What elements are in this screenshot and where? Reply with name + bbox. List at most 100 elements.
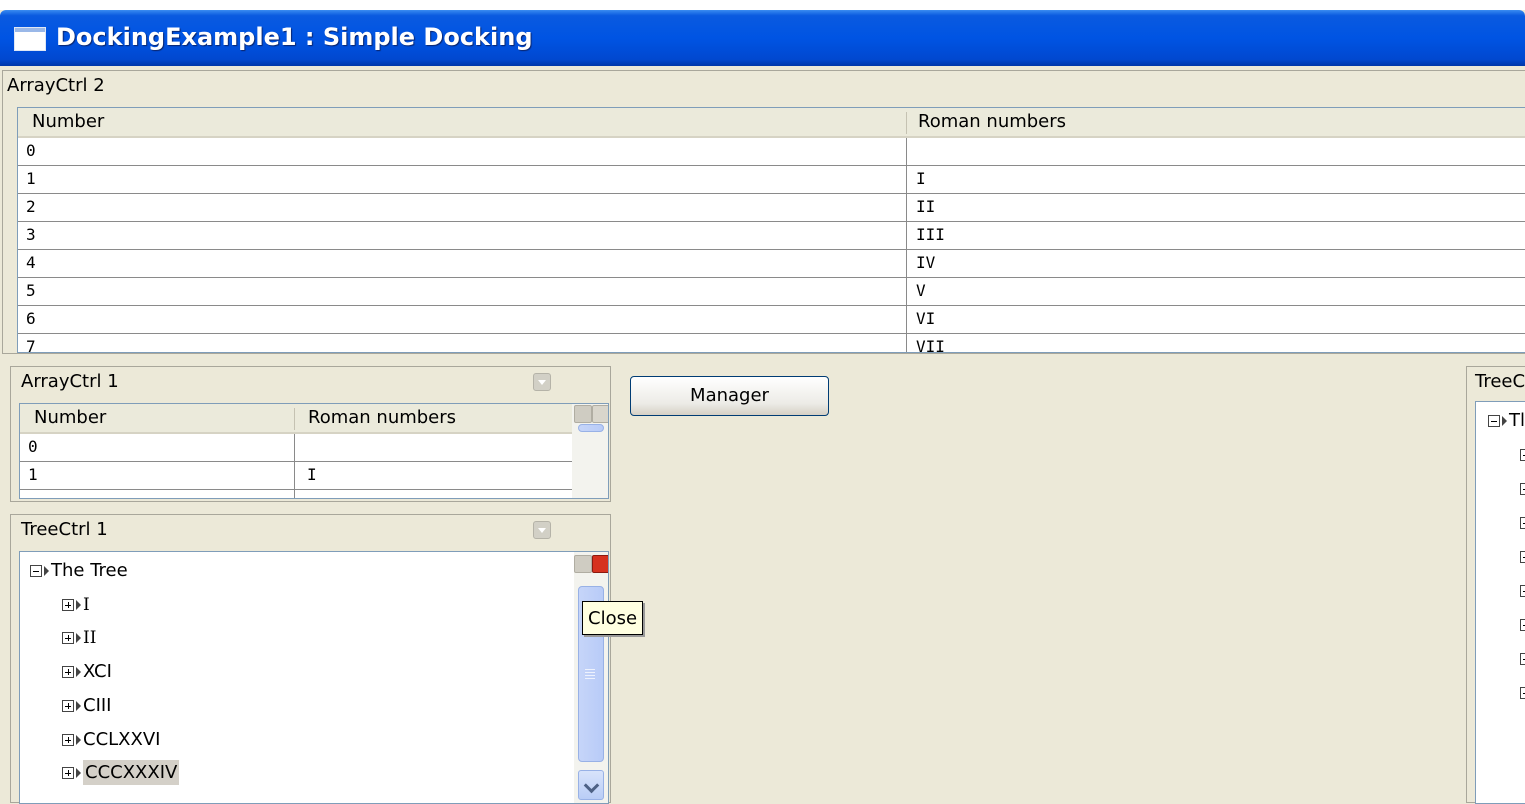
- cell-roman: I: [307, 465, 317, 484]
- table-row[interactable]: 1 I: [18, 166, 1525, 194]
- tree-ctrl-2-tree[interactable]: Tl: [1475, 401, 1525, 804]
- array-ctrl-1-panel: ArrayCtrl 1 Number Roman numbers 0 1 I: [10, 366, 611, 502]
- tree-node[interactable]: CIII: [62, 695, 112, 716]
- cell-number: 3: [26, 225, 36, 244]
- header-roman-numbers[interactable]: Roman numbers: [918, 111, 1066, 132]
- table-row[interactable]: 7 VII: [18, 334, 1525, 353]
- tree-arrow-icon: [1502, 416, 1507, 426]
- tree-node[interactable]: [1520, 478, 1525, 499]
- array-ctrl-1-caption: ArrayCtrl 1: [21, 371, 119, 392]
- tree-node-label: CCLXXVI: [83, 729, 161, 750]
- array-ctrl-2-caption: ArrayCtrl 2: [7, 75, 105, 96]
- expand-icon[interactable]: [1520, 551, 1525, 563]
- cell-number: 6: [26, 309, 36, 328]
- header-number[interactable]: Number: [34, 407, 106, 428]
- array-ctrl-1-header: Number Roman numbers: [20, 404, 608, 434]
- tree-node[interactable]: [1520, 444, 1525, 465]
- expand-icon[interactable]: [62, 599, 74, 611]
- tree-node[interactable]: II: [62, 627, 96, 648]
- cell-number: 7: [26, 337, 36, 353]
- expand-icon[interactable]: [1520, 585, 1525, 597]
- tree-node[interactable]: [1520, 546, 1525, 567]
- table-row[interactable]: 4 IV: [18, 250, 1525, 278]
- scroll-thumb[interactable]: [578, 424, 604, 432]
- cell-roman: VI: [916, 309, 936, 328]
- table-row[interactable]: 2 II: [18, 194, 1525, 222]
- panel-menu-button[interactable]: [533, 521, 551, 539]
- tree-node[interactable]: [1520, 614, 1525, 635]
- cell-number: 2: [26, 197, 36, 216]
- tree-arrow-icon: [76, 600, 81, 610]
- title-bar: DockingExample1 : Simple Docking: [0, 10, 1525, 66]
- tree-node-label: I: [83, 595, 90, 615]
- array-ctrl-2-grid[interactable]: Number Roman numbers 0 1 I 2 II 3 III 4 …: [17, 107, 1525, 353]
- table-row[interactable]: 6 VI: [18, 306, 1525, 334]
- tree-node[interactable]: [1520, 580, 1525, 601]
- expand-icon[interactable]: [62, 632, 74, 644]
- expand-icon[interactable]: [1520, 687, 1525, 699]
- expand-icon[interactable]: [1520, 449, 1525, 461]
- tree-node[interactable]: [1520, 648, 1525, 669]
- tree-arrow-icon: [76, 701, 81, 711]
- tree-ctrl-1-panel: TreeCtrl 1 The Tree I II XCI CIII CCLXXV…: [10, 514, 611, 804]
- cell-number: 1: [28, 465, 38, 484]
- expand-icon[interactable]: [62, 767, 74, 779]
- collapse-icon[interactable]: [1488, 415, 1500, 427]
- close-icon[interactable]: [592, 555, 608, 573]
- cell-roman: III: [916, 225, 945, 244]
- tree-ctrl-2-panel: TreeC Tl: [1466, 366, 1525, 804]
- cell-roman: V: [916, 281, 926, 300]
- chevron-down-icon: [583, 777, 600, 794]
- cell-roman: II: [916, 197, 936, 216]
- table-row[interactable]: 1 I: [20, 462, 572, 490]
- tree-ctrl-1-scrollbar[interactable]: [574, 552, 608, 803]
- tree-node[interactable]: I: [62, 594, 90, 615]
- tree-node[interactable]: [1520, 512, 1525, 533]
- panel-menu-button[interactable]: [533, 373, 551, 391]
- header-number[interactable]: Number: [32, 111, 104, 132]
- tree-node-label: XCI: [83, 661, 112, 682]
- table-row[interactable]: 5 V: [18, 278, 1525, 306]
- tree-arrow-icon: [76, 768, 81, 778]
- cell-roman: IV: [916, 253, 936, 272]
- scroll-down-button[interactable]: [578, 770, 604, 800]
- expand-icon[interactable]: [1520, 517, 1525, 529]
- tree-ctrl-1-tree[interactable]: The Tree I II XCI CIII CCLXXVI CCCXXXIV: [19, 551, 609, 804]
- manager-button[interactable]: Manager: [630, 376, 829, 416]
- collapse-icon[interactable]: [30, 565, 42, 577]
- tree-node[interactable]: CCLXXVI: [62, 729, 160, 750]
- header-separator[interactable]: [294, 408, 295, 430]
- cell-number: 4: [26, 253, 36, 272]
- cell-roman: VII: [916, 337, 945, 353]
- expand-icon[interactable]: [62, 666, 74, 678]
- expand-icon[interactable]: [1520, 619, 1525, 631]
- tree-root-label: The Tree: [51, 560, 128, 581]
- tree-node-selected[interactable]: CCCXXXIV: [62, 760, 180, 785]
- header-roman-numbers[interactable]: Roman numbers: [308, 407, 456, 428]
- table-row[interactable]: 3 III: [18, 222, 1525, 250]
- cell-number: 5: [26, 281, 36, 300]
- expand-icon[interactable]: [1520, 483, 1525, 495]
- cell-number: 0: [28, 437, 38, 456]
- expand-icon[interactable]: [62, 734, 74, 746]
- table-row[interactable]: 0: [18, 138, 1525, 166]
- array-ctrl-1-scrollbar[interactable]: [572, 404, 608, 498]
- tree-node[interactable]: XCI: [62, 661, 112, 682]
- app-window-icon: [14, 27, 46, 51]
- close-icon[interactable]: [592, 405, 608, 423]
- array-ctrl-1-grid[interactable]: Number Roman numbers 0 1 I: [19, 403, 609, 499]
- window-title: DockingExample1 : Simple Docking: [56, 23, 533, 51]
- header-separator[interactable]: [906, 112, 907, 134]
- tree-root[interactable]: Tl: [1488, 410, 1525, 431]
- table-row[interactable]: 0: [20, 434, 572, 462]
- tree-root[interactable]: The Tree: [30, 560, 128, 581]
- expand-icon[interactable]: [1520, 653, 1525, 665]
- tree-arrow-icon: [76, 667, 81, 677]
- tree-node[interactable]: [1520, 682, 1525, 703]
- expand-icon[interactable]: [62, 700, 74, 712]
- close-tooltip: Close: [582, 601, 644, 635]
- minimize-icon[interactable]: [574, 405, 592, 423]
- minimize-icon[interactable]: [574, 555, 592, 573]
- cell-number: 0: [26, 141, 36, 160]
- array-ctrl-2-header: Number Roman numbers: [18, 108, 1525, 138]
